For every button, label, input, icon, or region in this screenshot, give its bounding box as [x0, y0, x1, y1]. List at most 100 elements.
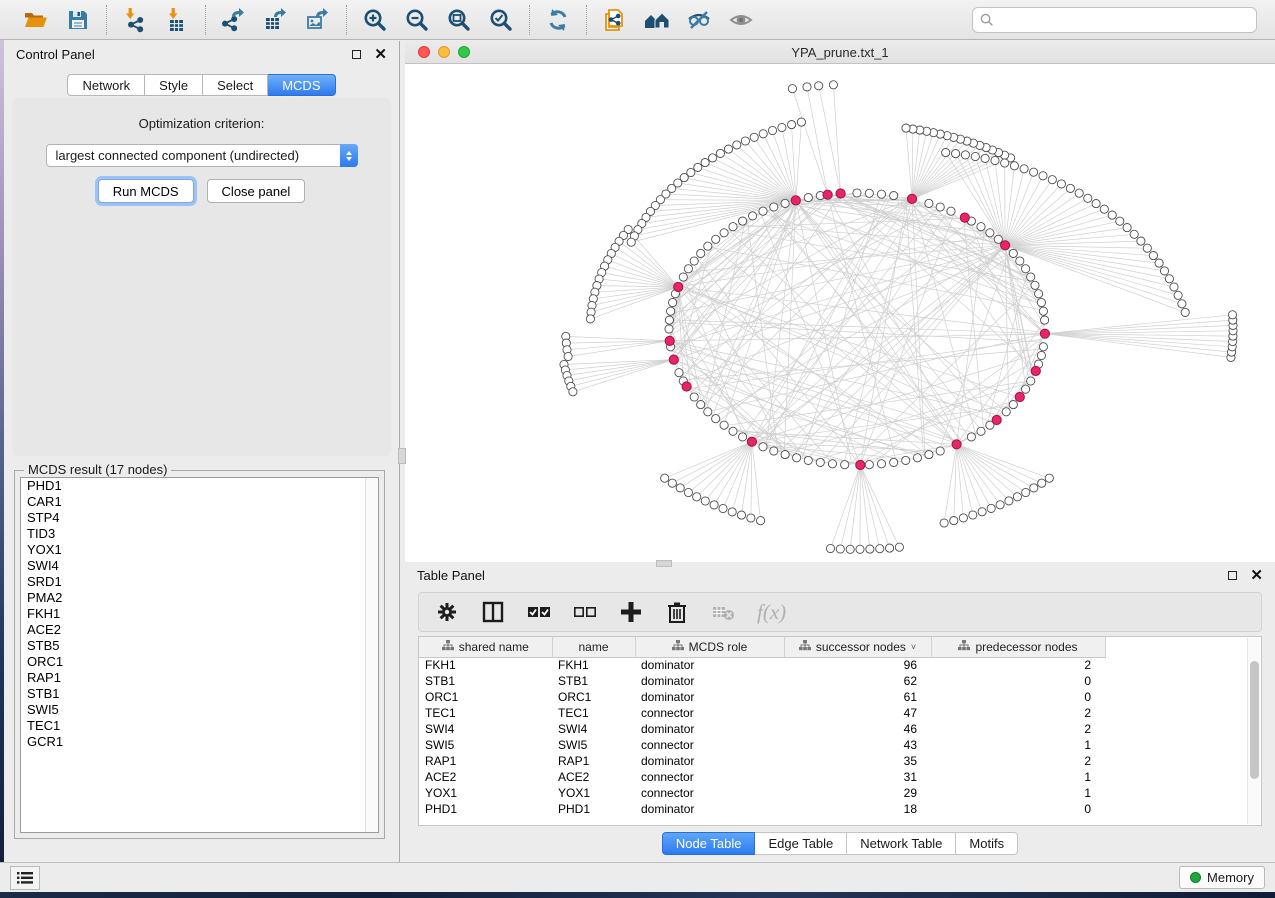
table-cell[interactable]: SWI5: [552, 737, 635, 753]
export-image-icon[interactable]: [301, 5, 335, 35]
mcds-result-list[interactable]: PHD1CAR1STP4TID3YOX1SWI4SRD1PMA2FKH1ACE2…: [20, 477, 379, 833]
mcds-result-item[interactable]: ORC1: [21, 654, 378, 670]
table-cell[interactable]: dominator: [635, 657, 784, 673]
refresh-icon[interactable]: [541, 5, 575, 35]
table-cell[interactable]: 2: [931, 657, 1105, 673]
table-cell[interactable]: TEC1: [419, 705, 552, 721]
mcds-result-item[interactable]: YOX1: [21, 542, 378, 558]
tab-network-table[interactable]: Network Table: [847, 832, 956, 855]
clone-network-icon[interactable]: [598, 5, 632, 35]
memory-button[interactable]: Memory: [1179, 866, 1265, 889]
tab-mcds[interactable]: MCDS: [268, 74, 335, 96]
mcds-result-item[interactable]: STB1: [21, 686, 378, 702]
mcds-result-item[interactable]: SRD1: [21, 574, 378, 590]
import-table-icon[interactable]: [160, 5, 194, 35]
table-row[interactable]: STB1STB1dominator620: [419, 673, 1105, 689]
deselect-all-icon[interactable]: [573, 600, 597, 624]
table-cell[interactable]: 0: [931, 689, 1105, 705]
import-network-icon[interactable]: [118, 5, 152, 35]
optimization-criterion-select[interactable]: largest connected component (undirected): [46, 144, 358, 167]
mcds-result-item[interactable]: PHD1: [21, 478, 378, 494]
table-row[interactable]: SWI5SWI5connector431: [419, 737, 1105, 753]
table-cell[interactable]: 35: [784, 753, 931, 769]
add-icon[interactable]: [619, 600, 643, 624]
table-row[interactable]: ACE2ACE2connector311: [419, 769, 1105, 785]
window-close-icon[interactable]: [418, 46, 430, 58]
table-scrollbar[interactable]: [1247, 638, 1260, 824]
float-table-panel-icon[interactable]: [1228, 571, 1237, 580]
table-cell[interactable]: SWI4: [552, 721, 635, 737]
table-cell[interactable]: STB1: [419, 673, 552, 689]
table-cell[interactable]: 2: [931, 705, 1105, 721]
table-cell[interactable]: 1: [931, 737, 1105, 753]
zoom-out-icon[interactable]: [400, 5, 434, 35]
table-cell[interactable]: 0: [931, 673, 1105, 689]
mcds-result-item[interactable]: CAR1: [21, 494, 378, 510]
network-canvas[interactable]: [405, 64, 1275, 561]
mcds-result-item[interactable]: SWI5: [21, 702, 378, 718]
table-cell[interactable]: 61: [784, 689, 931, 705]
network-window-titlebar[interactable]: YPA_prune.txt_1: [405, 41, 1275, 64]
save-icon[interactable]: [61, 5, 95, 35]
tab-network[interactable]: Network: [67, 74, 145, 96]
table-cell[interactable]: TEC1: [552, 705, 635, 721]
export-network-icon[interactable]: [217, 5, 251, 35]
table-cell[interactable]: dominator: [635, 721, 784, 737]
table-cell[interactable]: STB1: [552, 673, 635, 689]
delete-icon[interactable]: [665, 600, 689, 624]
table-cell[interactable]: YOX1: [419, 785, 552, 801]
table-cell[interactable]: connector: [635, 785, 784, 801]
table-cell[interactable]: connector: [635, 705, 784, 721]
houses-icon[interactable]: [640, 5, 674, 35]
table-row[interactable]: TEC1TEC1connector472: [419, 705, 1105, 721]
table-cell[interactable]: 47: [784, 705, 931, 721]
table-cell[interactable]: 31: [784, 769, 931, 785]
column-header-name[interactable]: name: [552, 637, 635, 657]
close-panel-icon[interactable]: ✕: [374, 47, 387, 62]
run-mcds-button[interactable]: Run MCDS: [98, 179, 194, 203]
table-cell[interactable]: connector: [635, 769, 784, 785]
column-header-MCDS-role[interactable]: MCDS role: [635, 637, 784, 657]
table-cell[interactable]: PHD1: [552, 801, 635, 817]
table-row[interactable]: SWI4SWI4dominator462: [419, 721, 1105, 737]
table-row[interactable]: FKH1FKH1dominator962: [419, 657, 1105, 673]
table-cell[interactable]: 43: [784, 737, 931, 753]
table-cell[interactable]: dominator: [635, 689, 784, 705]
column-header-predecessor-nodes[interactable]: predecessor nodes: [931, 637, 1105, 657]
close-panel-button[interactable]: Close panel: [207, 179, 306, 203]
mcds-list-scrollbar[interactable]: [365, 478, 378, 832]
tab-style[interactable]: Style: [145, 74, 203, 96]
mcds-result-item[interactable]: TEC1: [21, 718, 378, 734]
table-cell[interactable]: ORC1: [552, 689, 635, 705]
table-row[interactable]: RAP1RAP1dominator352: [419, 753, 1105, 769]
table-cell[interactable]: 46: [784, 721, 931, 737]
tab-select[interactable]: Select: [203, 74, 268, 96]
table-row[interactable]: PHD1PHD1dominator180: [419, 801, 1105, 817]
float-panel-icon[interactable]: [352, 50, 361, 59]
table-cell[interactable]: 0: [931, 801, 1105, 817]
table-cell[interactable]: 1: [931, 785, 1105, 801]
search-input[interactable]: [972, 7, 1257, 33]
table-row[interactable]: YOX1YOX1connector291: [419, 785, 1105, 801]
mcds-result-item[interactable]: GCR1: [21, 734, 378, 750]
columns-icon[interactable]: [481, 600, 505, 624]
table-cell[interactable]: YOX1: [552, 785, 635, 801]
eye-icon[interactable]: [724, 5, 758, 35]
table-cell[interactable]: 2: [931, 721, 1105, 737]
table-row[interactable]: ORC1ORC1dominator610: [419, 689, 1105, 705]
table-cell[interactable]: 2: [931, 753, 1105, 769]
mcds-result-item[interactable]: ACE2: [21, 622, 378, 638]
table-cell[interactable]: FKH1: [419, 657, 552, 673]
mcds-result-item[interactable]: STB5: [21, 638, 378, 654]
tab-motifs[interactable]: Motifs: [956, 832, 1018, 855]
gear-icon[interactable]: [435, 600, 459, 624]
zoom-in-icon[interactable]: [358, 5, 392, 35]
zoom-selected-icon[interactable]: [484, 5, 518, 35]
mcds-result-item[interactable]: RAP1: [21, 670, 378, 686]
close-table-panel-icon[interactable]: ✕: [1250, 568, 1263, 583]
column-header-shared-name[interactable]: shared name: [419, 637, 552, 657]
tab-node-table[interactable]: Node Table: [662, 832, 756, 855]
table-cell[interactable]: ACE2: [419, 769, 552, 785]
window-maximize-icon[interactable]: [458, 46, 470, 58]
table-scrollbar-thumb[interactable]: [1250, 661, 1259, 779]
